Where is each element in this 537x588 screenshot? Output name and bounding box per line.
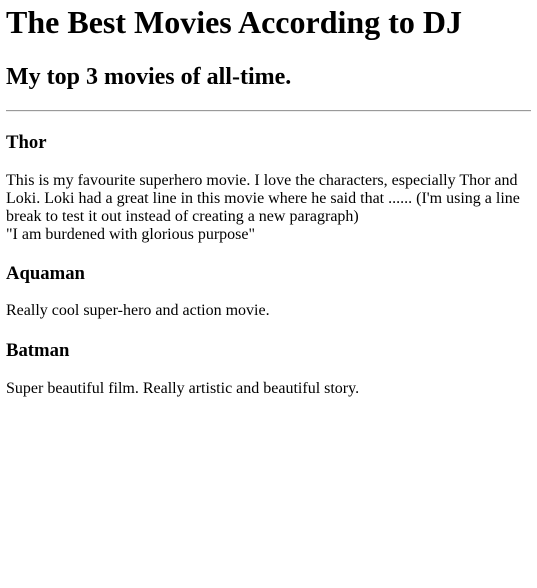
movie-description-text: This is my favourite superhero movie. I … [6,172,520,225]
movie-entry-thor: Thor This is my favourite superhero movi… [6,132,531,244]
page-title: The Best Movies According to DJ [6,4,462,40]
movie-entry-batman: Batman Super beautiful film. Really arti… [6,340,531,398]
movie-description: This is my favourite superhero movie. I … [6,172,531,244]
divider [6,110,531,112]
movie-entry-aquaman: Aquaman Really cool super-hero and actio… [6,263,531,320]
movie-title: Aquaman [6,263,85,284]
movie-title: Thor [6,132,47,153]
movie-description: Super beautiful film. Really artistic an… [6,380,360,397]
page-content: The Best Movies According to DJ My top 3… [0,4,537,398]
movie-quote: "I am burdened with glorious purpose" [6,226,256,243]
movie-title: Batman [6,340,70,361]
movie-description: Really cool super-hero and action movie. [6,302,270,319]
page-subtitle: My top 3 movies of all-time. [6,64,292,90]
